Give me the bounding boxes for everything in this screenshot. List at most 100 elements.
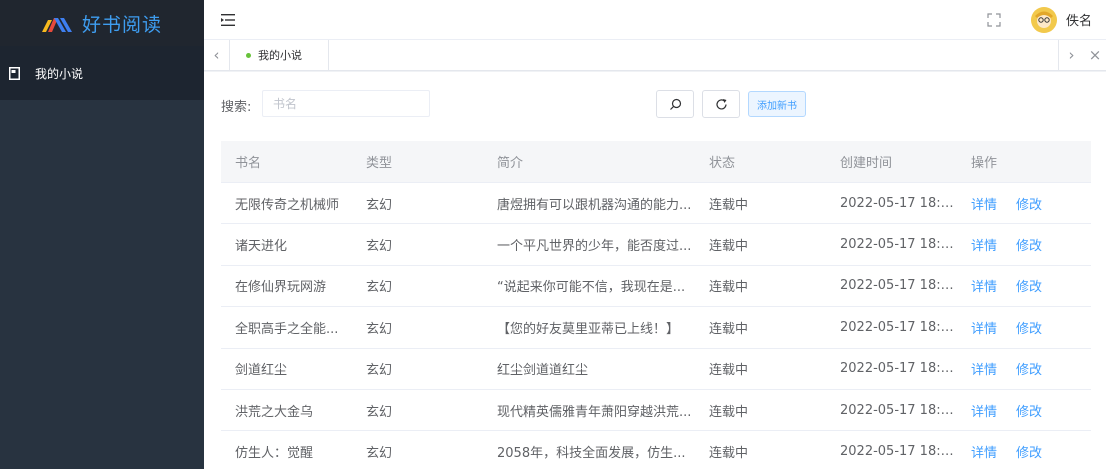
- chevron-right-icon: ›: [1068, 46, 1075, 64]
- cell-name: 剑道红尘: [235, 363, 288, 379]
- tab-close-button[interactable]: ×: [1084, 40, 1106, 70]
- cell-intro: 一个平凡世界的少年，能否度过...: [497, 239, 692, 255]
- cell-name: 无限传奇之机械师: [235, 197, 340, 213]
- cell-intro: 红尘剑道道红尘: [497, 363, 589, 379]
- cell-name: 诸天进化: [235, 239, 288, 255]
- cell-created: 2022-05-17 18:2...: [840, 195, 957, 211]
- column-header: 简介: [497, 156, 524, 171]
- cell-created: 2022-05-17 18:2...: [840, 237, 957, 253]
- top-header: 佚名: [204, 0, 1106, 40]
- refresh-icon: [715, 98, 727, 110]
- add-book-button[interactable]: 添加新书: [748, 91, 806, 117]
- header-right: 佚名: [987, 6, 1092, 33]
- tab-my-novels[interactable]: 我的小说: [230, 40, 329, 70]
- logo[interactable]: 好书阅读: [0, 0, 204, 46]
- hamburger-icon[interactable]: [220, 12, 236, 28]
- username[interactable]: 佚名: [1066, 10, 1092, 29]
- cell-intro: 现代精英儒雅青年萧阳穿越洪荒...: [497, 404, 692, 420]
- cell-actions: 详情 修改: [957, 276, 1091, 295]
- tab-scroll-right[interactable]: ›: [1058, 40, 1084, 70]
- sidebar-item-label: 我的小说: [35, 66, 84, 81]
- sidebar: 好书阅读 我的小说: [0, 0, 204, 469]
- search-placeholder: 书名: [273, 97, 298, 111]
- column-header: 操作: [971, 156, 998, 171]
- cell-status: 连载中: [709, 363, 749, 379]
- search-button[interactable]: [656, 90, 694, 118]
- edit-link[interactable]: 修改: [1016, 235, 1042, 254]
- refresh-button[interactable]: [702, 90, 740, 118]
- search-input[interactable]: 书名: [262, 90, 430, 117]
- cell-created: 2022-05-17 18:2...: [840, 444, 957, 460]
- detail-link[interactable]: 详情: [971, 276, 997, 295]
- cell-type: 玄幻: [366, 446, 393, 462]
- detail-link[interactable]: 详情: [971, 401, 997, 420]
- cell-intro: 2058年，科技全面发展，仿生...: [497, 446, 686, 462]
- table-row: 剑道红尘 玄幻 红尘剑道道红尘 连载中 2022-05-17 18:2... 详…: [221, 348, 1091, 390]
- cell-created: 2022-05-17 18:2...: [840, 361, 957, 377]
- tab-label: 我的小说: [258, 49, 302, 62]
- chevron-left-icon: ‹: [213, 46, 220, 64]
- cell-type: 玄幻: [366, 239, 393, 255]
- cell-type: 玄幻: [366, 280, 393, 296]
- edit-link[interactable]: 修改: [1016, 318, 1042, 337]
- cell-name: 洪荒之大金乌: [235, 404, 314, 420]
- cell-created: 2022-05-17 18:2...: [840, 402, 957, 418]
- table-row: 无限传奇之机械师 玄幻 唐煜拥有可以跟机器沟通的能力... 连载中 2022-0…: [221, 183, 1091, 225]
- cell-actions: 详情 修改: [957, 318, 1091, 337]
- search-toolbar: 搜索: 书名 添加新书: [221, 90, 1106, 118]
- detail-link[interactable]: 详情: [971, 235, 997, 254]
- sidebar-item-my-novels[interactable]: 我的小说: [0, 46, 204, 100]
- cell-name: 全职高手之全能...: [235, 321, 339, 337]
- cell-intro: 唐煜拥有可以跟机器沟通的能力...: [497, 197, 692, 213]
- cell-status: 连载中: [709, 404, 749, 420]
- avatar[interactable]: [1030, 6, 1057, 33]
- app-root: 好书阅读 我的小说 佚名 ‹ 我的小说 › × 搜索: 书名 添加新书 书名 类…: [0, 0, 1106, 469]
- column-header: 状态: [709, 156, 736, 171]
- column-header: 创建时间: [840, 156, 893, 171]
- tabs-right: › ×: [1058, 40, 1106, 70]
- detail-link[interactable]: 详情: [971, 318, 997, 337]
- cell-type: 玄幻: [366, 363, 393, 379]
- search-icon: [669, 98, 681, 110]
- cell-intro: 【您的好友莫里亚蒂已上线！】: [497, 321, 680, 337]
- edit-link[interactable]: 修改: [1016, 359, 1042, 378]
- table-row: 全职高手之全能... 玄幻 【您的好友莫里亚蒂已上线！】 连载中 2022-05…: [221, 307, 1091, 349]
- tabs-bar: ‹ 我的小说 › ×: [204, 40, 1106, 71]
- active-dot: [246, 52, 251, 58]
- edit-link[interactable]: 修改: [1016, 401, 1042, 420]
- search-label: 搜索:: [221, 100, 252, 115]
- tab-scroll-left[interactable]: ‹: [204, 40, 230, 70]
- edit-link[interactable]: 修改: [1016, 194, 1042, 213]
- table-row: 诸天进化 玄幻 一个平凡世界的少年，能否度过... 连载中 2022-05-17…: [221, 224, 1091, 266]
- cell-status: 连载中: [709, 197, 749, 213]
- cell-status: 连载中: [709, 321, 749, 337]
- detail-link[interactable]: 详情: [971, 194, 997, 213]
- cell-status: 连载中: [709, 239, 749, 255]
- cell-type: 玄幻: [366, 404, 393, 420]
- table-row: 洪荒之大金乌 玄幻 现代精英儒雅青年萧阳穿越洪荒... 连载中 2022-05-…: [221, 389, 1091, 432]
- app-title: 好书阅读: [81, 13, 162, 36]
- cell-type: 玄幻: [366, 321, 393, 337]
- detail-link[interactable]: 详情: [971, 359, 997, 378]
- logo-icon: [41, 18, 72, 32]
- cell-actions: 详情 修改: [957, 359, 1091, 378]
- cell-actions: 详情 修改: [957, 401, 1091, 420]
- cell-type: 玄幻: [366, 197, 393, 213]
- edit-link[interactable]: 修改: [1016, 276, 1042, 295]
- books-table: 书名 类型 简介 状态 创建时间 操作 无限传奇之机械师 玄幻 唐煜拥有可以跟机…: [221, 141, 1091, 469]
- cell-name: 在修仙界玩网游: [235, 280, 327, 296]
- column-header: 类型: [366, 156, 393, 171]
- detail-link[interactable]: 详情: [971, 442, 997, 461]
- cell-actions: 详情 修改: [957, 194, 1091, 213]
- fullscreen-icon[interactable]: [987, 12, 1001, 27]
- cell-actions: 详情 修改: [957, 235, 1091, 254]
- cell-created: 2022-05-17 18:2...: [840, 278, 957, 294]
- close-icon: ×: [1088, 46, 1102, 64]
- table-header: 书名 类型 简介 状态 创建时间 操作: [221, 141, 1091, 183]
- cell-status: 连载中: [709, 446, 749, 462]
- edit-link[interactable]: 修改: [1016, 442, 1042, 461]
- main-content: 搜索: 书名 添加新书 书名 类型 简介 状态 创建时间 操作 无限传奇之机械师…: [204, 72, 1106, 469]
- cell-created: 2022-05-17 18:2...: [840, 319, 957, 335]
- cell-status: 连载中: [709, 280, 749, 296]
- cell-intro: “说起来你可能不信，我现在是...: [497, 280, 686, 296]
